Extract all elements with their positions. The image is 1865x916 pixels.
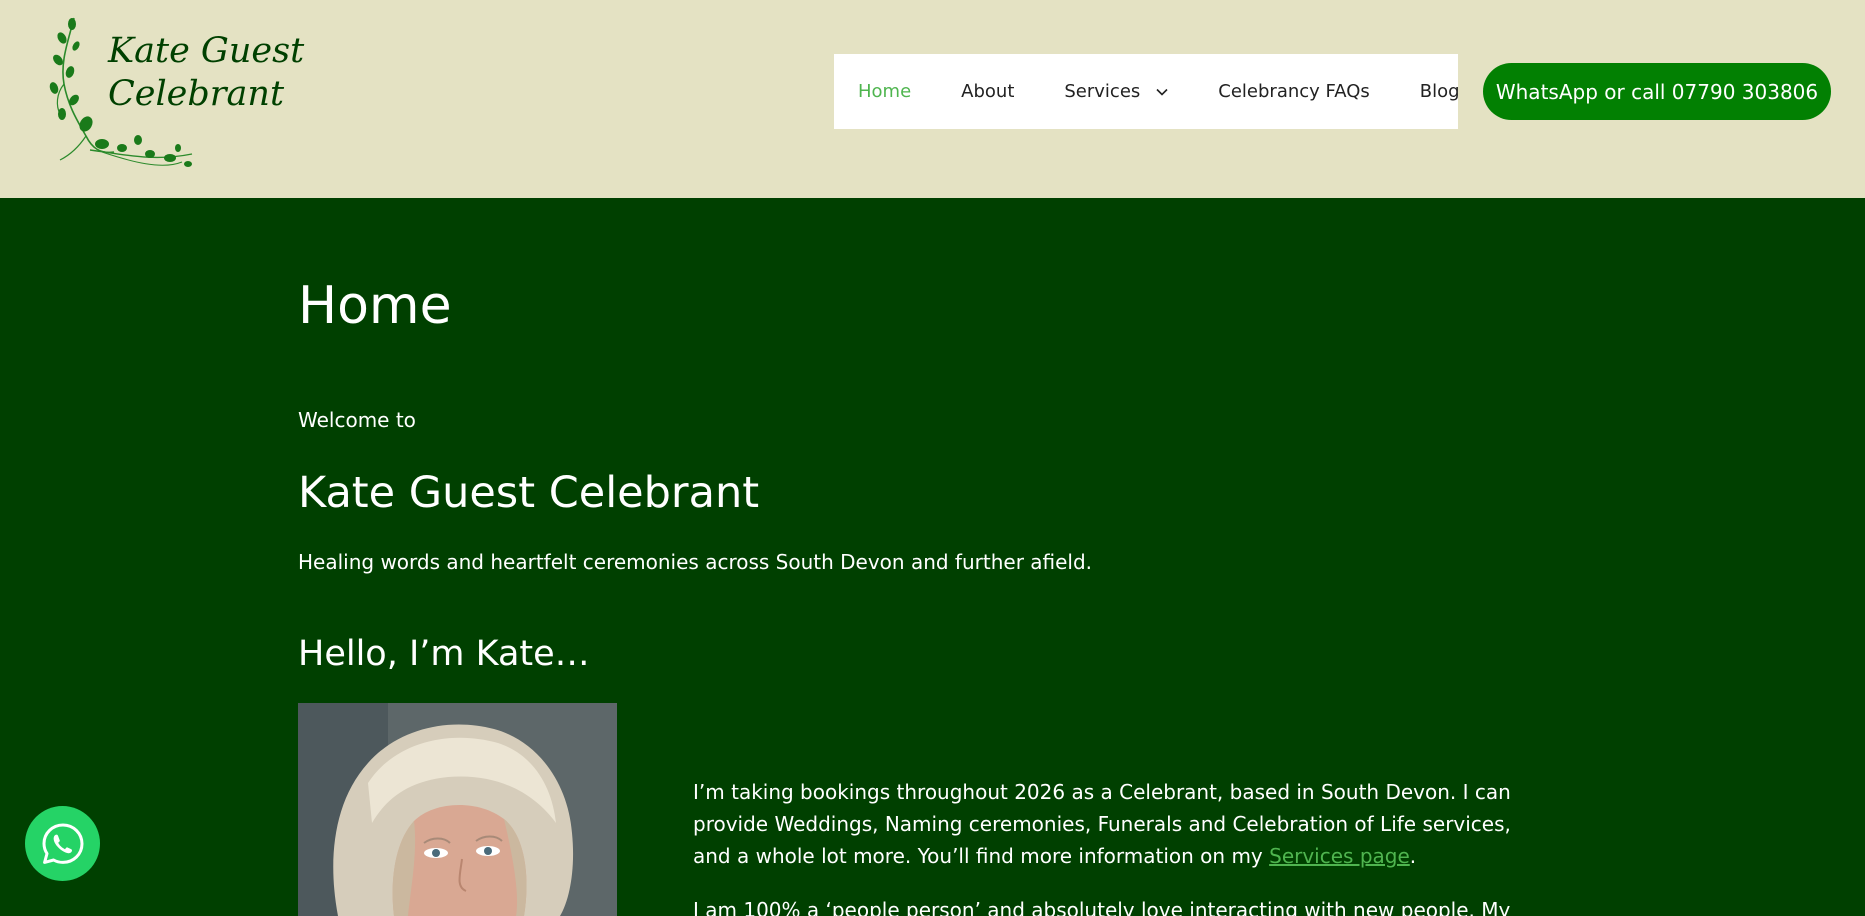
nav-item-about[interactable]: About xyxy=(961,81,1014,102)
whatsapp-icon xyxy=(42,823,83,864)
whatsapp-call-button[interactable]: WhatsApp or call 07790 303806 xyxy=(1483,63,1831,120)
tagline: Healing words and heartfelt ceremonies a… xyxy=(298,550,1093,574)
site-logo[interactable]: Kate Guest Celebrant xyxy=(42,2,304,180)
brand-heading: Kate Guest Celebrant xyxy=(298,468,760,518)
nav-item-home[interactable]: Home xyxy=(858,81,911,102)
logo-line-1: Kate Guest xyxy=(108,31,305,71)
welcome-text: Welcome to xyxy=(298,408,416,432)
page-title: Home xyxy=(298,276,452,336)
nav-item-services-label: Services xyxy=(1064,81,1141,102)
main-navigation: Home About Services Celebrancy FAQs Blog xyxy=(834,54,1460,129)
chevron-down-icon[interactable] xyxy=(1156,88,1168,96)
intro-text: I’m taking bookings throughout 2026 as a… xyxy=(693,776,1513,916)
nav-item-services[interactable]: Services xyxy=(1064,81,1168,102)
intro-paragraph-1: I’m taking bookings throughout 2026 as a… xyxy=(693,776,1513,872)
services-page-link[interactable]: Services page xyxy=(1269,844,1410,868)
logo-text: Kate Guest Celebrant xyxy=(108,30,304,116)
kate-portrait-image xyxy=(298,703,617,916)
logo-line-2: Celebrant xyxy=(108,74,285,114)
intro-text-after-link: . xyxy=(1409,844,1417,868)
portrait-illustration xyxy=(298,703,617,916)
nav-item-celebrancy-faqs[interactable]: Celebrancy FAQs xyxy=(1218,81,1370,102)
hello-heading: Hello, I’m Kate… xyxy=(298,634,590,674)
intro-paragraph-2: I am 100% a ‘people person’ and absolute… xyxy=(693,898,1511,916)
site-header: Kate Guest Celebrant Home About Services… xyxy=(0,0,1865,198)
nav-item-blog[interactable]: Blog xyxy=(1420,81,1460,102)
whatsapp-floating-button[interactable] xyxy=(25,806,100,881)
